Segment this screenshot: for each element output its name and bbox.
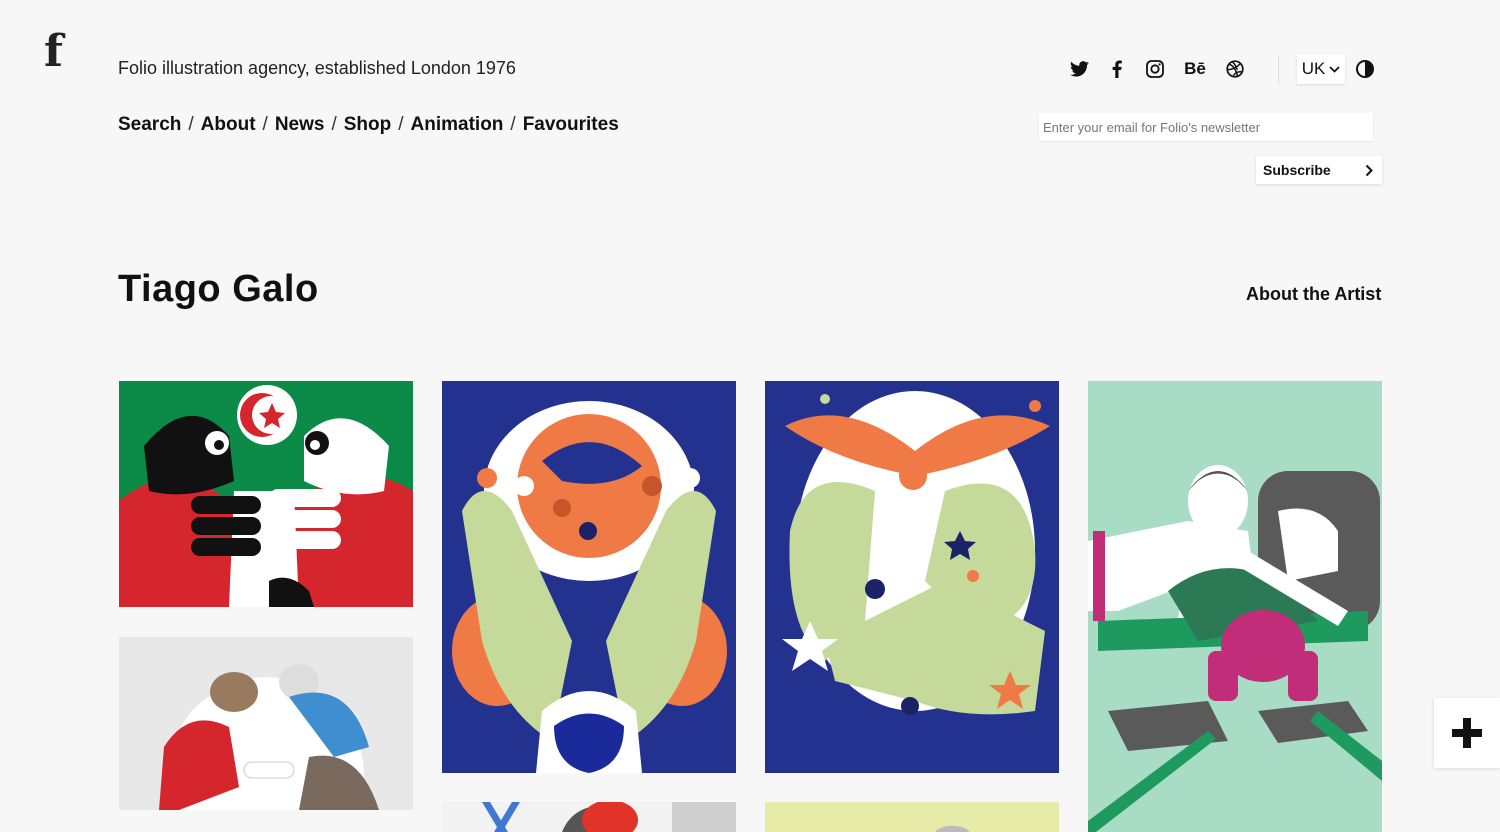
main-nav: Search / About / News / Shop / Animation… — [118, 114, 619, 136]
nav-animation[interactable]: Animation — [411, 114, 504, 136]
expand-button[interactable] — [1434, 698, 1500, 768]
region-label: UK — [1301, 59, 1326, 78]
nav-search[interactable]: Search — [118, 114, 181, 136]
artist-name: Tiago Galo — [118, 268, 319, 310]
folio-logo[interactable]: f — [44, 30, 63, 74]
tagline: Folio illustration agency, established L… — [118, 58, 516, 78]
nav-separator: / — [510, 114, 516, 135]
nav-separator: / — [262, 114, 268, 135]
nav-separator: / — [188, 114, 194, 135]
newsletter-email-input[interactable] — [1039, 113, 1373, 141]
contrast-toggle-icon[interactable] — [1355, 59, 1375, 79]
subscribe-label: Subscribe — [1263, 162, 1331, 178]
chevron-right-icon — [1365, 164, 1373, 176]
artwork-green-figure[interactable] — [765, 381, 1059, 773]
about-artist-link[interactable]: About the Artist — [1246, 284, 1381, 305]
artwork-handshake[interactable] — [119, 381, 413, 607]
chevron-down-icon — [1329, 65, 1340, 73]
instagram-icon[interactable] — [1142, 56, 1168, 82]
artwork-hands-earth[interactable] — [442, 381, 736, 773]
nav-separator: / — [398, 114, 404, 135]
twitter-icon[interactable] — [1066, 56, 1092, 82]
nav-shop[interactable]: Shop — [344, 114, 392, 136]
nav-favourites[interactable]: Favourites — [523, 114, 619, 136]
social-links: Bē — [1066, 56, 1260, 82]
subscribe-button[interactable]: Subscribe — [1256, 156, 1382, 184]
plus-icon — [1452, 718, 1482, 748]
facebook-icon[interactable] — [1104, 56, 1130, 82]
dribbble-icon[interactable] — [1222, 56, 1248, 82]
region-selector[interactable]: UK — [1297, 54, 1345, 84]
nav-separator: / — [331, 114, 337, 135]
nav-news[interactable]: News — [275, 114, 325, 136]
behance-icon[interactable]: Bē — [1180, 56, 1210, 82]
artwork-bottom-2[interactable] — [765, 802, 1059, 832]
artwork-desk-cat[interactable] — [1088, 381, 1382, 832]
nav-about[interactable]: About — [201, 114, 256, 136]
artwork-embrace[interactable] — [119, 637, 413, 810]
header-divider — [1278, 56, 1279, 84]
artwork-bottom-1[interactable] — [442, 802, 736, 832]
